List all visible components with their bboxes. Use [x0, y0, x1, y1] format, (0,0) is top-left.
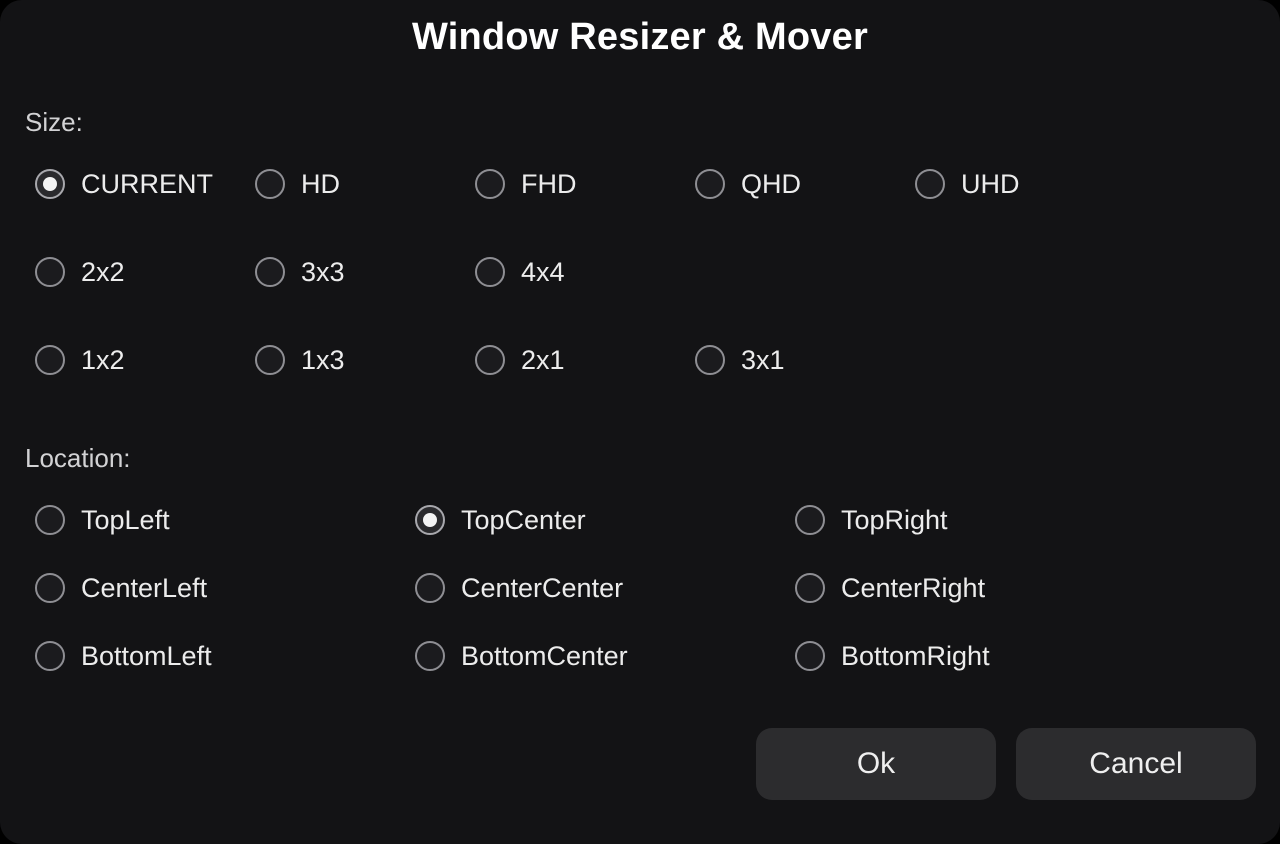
location-radio-topcenter[interactable]: TopCenter	[415, 502, 586, 538]
radio-unselected-icon	[475, 169, 505, 199]
radio-unselected-icon	[795, 505, 825, 535]
radio-unselected-icon	[255, 257, 285, 287]
radio-unselected-icon	[35, 641, 65, 671]
radio-unselected-icon	[255, 169, 285, 199]
radio-unselected-icon	[415, 573, 445, 603]
size-radio-hd[interactable]: HD	[255, 166, 340, 202]
size-option-label: HD	[301, 168, 340, 199]
size-option-label: 2x2	[81, 256, 125, 287]
size-radio-fhd[interactable]: FHD	[475, 166, 577, 202]
location-radio-centerright[interactable]: CenterRight	[795, 570, 985, 606]
radio-selected-icon	[35, 169, 65, 199]
location-option-label: BottomCenter	[461, 640, 628, 671]
size-option-label: FHD	[521, 168, 577, 199]
location-radio-centercenter[interactable]: CenterCenter	[415, 570, 623, 606]
ok-button[interactable]: Ok	[756, 728, 996, 800]
radio-unselected-icon	[415, 641, 445, 671]
radio-unselected-icon	[695, 169, 725, 199]
size-radio-1x3[interactable]: 1x3	[255, 342, 345, 378]
size-option-label: 1x2	[81, 344, 125, 375]
size-option-label: 2x1	[521, 344, 565, 375]
size-option-label: CURRENT	[81, 168, 213, 199]
size-radio-1x2[interactable]: 1x2	[35, 342, 125, 378]
location-radio-bottomleft[interactable]: BottomLeft	[35, 638, 212, 674]
size-option-label: 3x1	[741, 344, 785, 375]
location-radio-bottomright[interactable]: BottomRight	[795, 638, 990, 674]
size-radio-current[interactable]: CURRENT	[35, 166, 213, 202]
radio-unselected-icon	[795, 641, 825, 671]
cancel-button[interactable]: Cancel	[1016, 728, 1256, 800]
location-option-label: CenterRight	[841, 572, 986, 603]
location-option-label: TopCenter	[461, 504, 586, 535]
window-resizer-dialog: Window Resizer & Mover Size: CURRENT HD …	[0, 0, 1280, 844]
location-section-label: Location:	[25, 443, 131, 473]
size-radio-2x1[interactable]: 2x1	[475, 342, 565, 378]
size-radio-2x2[interactable]: 2x2	[35, 254, 125, 290]
size-option-label: 1x3	[301, 344, 345, 375]
radio-selected-icon	[415, 505, 445, 535]
location-radio-bottomcenter[interactable]: BottomCenter	[415, 638, 628, 674]
radio-unselected-icon	[795, 573, 825, 603]
size-radio-qhd[interactable]: QHD	[695, 166, 801, 202]
size-option-label: UHD	[961, 168, 1020, 199]
location-radio-topleft[interactable]: TopLeft	[35, 502, 170, 538]
location-option-label: BottomRight	[841, 640, 990, 671]
size-radio-3x1[interactable]: 3x1	[695, 342, 785, 378]
dialog-title: Window Resizer & Mover	[412, 16, 868, 58]
size-option-label: 4x4	[521, 256, 565, 287]
size-radio-3x3[interactable]: 3x3	[255, 254, 345, 290]
radio-unselected-icon	[475, 345, 505, 375]
size-section-label: Size:	[25, 107, 83, 137]
radio-unselected-icon	[475, 257, 505, 287]
location-radio-centerleft[interactable]: CenterLeft	[35, 570, 207, 606]
location-option-label: CenterCenter	[461, 572, 624, 603]
location-option-label: TopLeft	[81, 504, 170, 535]
size-option-label: QHD	[741, 168, 801, 199]
radio-unselected-icon	[915, 169, 945, 199]
location-option-label: BottomLeft	[81, 640, 212, 671]
size-radio-4x4[interactable]: 4x4	[475, 254, 565, 290]
radio-unselected-icon	[695, 345, 725, 375]
size-radio-uhd[interactable]: UHD	[915, 166, 1020, 202]
size-option-label: 3x3	[301, 256, 345, 287]
location-radio-topright[interactable]: TopRight	[795, 502, 948, 538]
radio-unselected-icon	[35, 505, 65, 535]
location-option-label: CenterLeft	[81, 572, 208, 603]
radio-unselected-icon	[35, 257, 65, 287]
location-option-label: TopRight	[841, 504, 948, 535]
radio-unselected-icon	[35, 345, 65, 375]
radio-unselected-icon	[35, 573, 65, 603]
radio-unselected-icon	[255, 345, 285, 375]
